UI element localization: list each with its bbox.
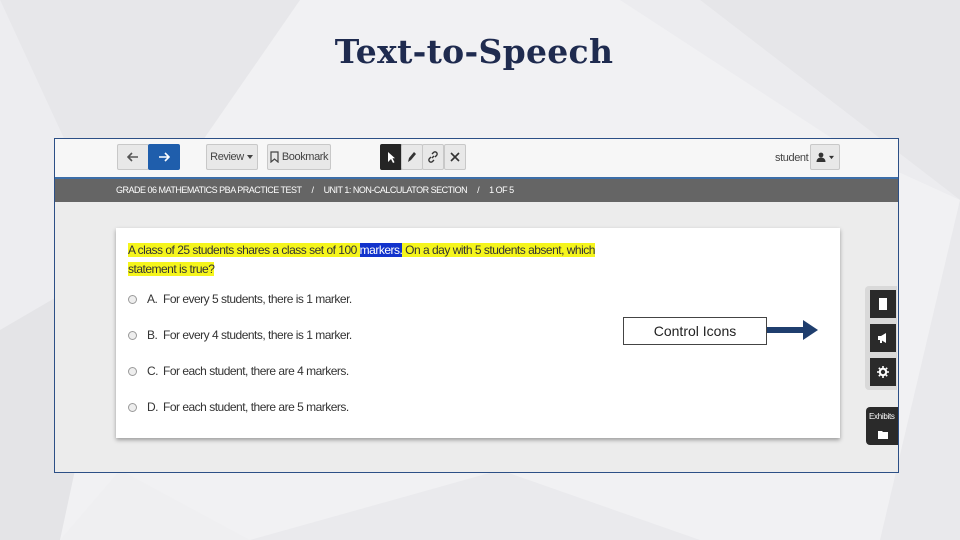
option-text: For each student, there are 5 markers.	[163, 400, 349, 414]
review-dropdown[interactable]: Review	[206, 144, 258, 170]
breadcrumb-test: GRADE 06 MATHEMATICS PBA PRACTICE TEST	[116, 185, 302, 195]
caret-down-icon	[828, 155, 834, 159]
user-menu-button[interactable]	[810, 144, 840, 170]
breadcrumb: GRADE 06 MATHEMATICS PBA PRACTICE TEST / U…	[55, 177, 898, 202]
radio-button[interactable]	[128, 402, 137, 412]
stem-text-line2: statement is true?	[128, 262, 215, 276]
radio-button[interactable]	[128, 294, 137, 304]
answer-option-b[interactable]: B. For every 4 students, there is 1 mark…	[128, 328, 352, 342]
radio-button[interactable]	[128, 330, 137, 340]
test-toolbar: Review Bookmark student	[55, 139, 898, 177]
answer-option-c[interactable]: C. For each student, there are 4 markers…	[128, 364, 349, 378]
radio-button[interactable]	[128, 366, 137, 376]
highlighter-icon	[408, 152, 416, 162]
review-label: Review	[210, 151, 244, 163]
answer-option-a[interactable]: A. For every 5 students, there is 1 mark…	[128, 292, 352, 306]
stem-text-after: On a day with 5 students absent, which	[402, 243, 595, 257]
option-letter: C.	[147, 364, 159, 378]
pointer-tool-button[interactable]	[380, 144, 402, 170]
answer-option-d[interactable]: D. For each student, there are 5 markers…	[128, 400, 349, 414]
user-icon	[816, 152, 825, 162]
caret-down-icon	[246, 155, 253, 159]
option-text: For every 5 students, there is 1 marker.	[163, 292, 352, 306]
option-text: For every 4 students, there is 1 marker.	[163, 328, 352, 342]
question-stem: A class of 25 students shares a class se…	[128, 241, 595, 279]
stem-text-before: A class of 25 students shares a class se…	[128, 243, 360, 257]
breadcrumb-unit: UNIT 1: NON-CALCULATOR SECTION	[323, 185, 468, 195]
option-letter: B.	[147, 328, 158, 342]
control-icons-callout: Control Icons	[623, 317, 767, 345]
bookmark-button[interactable]: Bookmark	[267, 144, 331, 170]
document-control-button[interactable]	[870, 290, 896, 318]
control-icons-panel	[865, 286, 897, 390]
highlighter-tool-button[interactable]	[401, 144, 423, 170]
close-icon	[450, 152, 460, 162]
document-icon	[879, 298, 887, 310]
back-arrow-icon	[127, 152, 138, 162]
back-button[interactable]	[117, 144, 149, 170]
callout-arrow	[767, 320, 818, 340]
pointer-icon	[388, 151, 395, 163]
text-to-speech-button[interactable]	[870, 324, 896, 352]
link-icon	[428, 151, 438, 163]
link-tool-button[interactable]	[422, 144, 444, 170]
bookmark-icon	[270, 151, 279, 163]
close-tool-button[interactable]	[444, 144, 466, 170]
gear-icon	[877, 366, 889, 378]
option-text: For each student, there are 4 markers.	[163, 364, 349, 378]
settings-button[interactable]	[870, 358, 896, 386]
slide-title: Text-to-Speech	[334, 32, 614, 71]
option-letter: A.	[147, 292, 158, 306]
speaker-icon	[878, 333, 886, 343]
student-name: student	[775, 152, 809, 164]
bookmark-label: Bookmark	[281, 151, 329, 163]
forward-arrow-icon	[159, 152, 170, 162]
folder-icon	[878, 431, 888, 439]
option-letter: D.	[147, 400, 159, 414]
next-button[interactable]	[148, 144, 180, 170]
breadcrumb-position: 1 OF 5	[489, 185, 514, 195]
spoken-word: markers.	[359, 243, 403, 257]
test-screenshot: Review Bookmark student GRADE 06 MATHEMA…	[54, 138, 899, 473]
exhibits-label: Exhibits	[869, 412, 895, 421]
exhibits-button[interactable]: Exhibits	[866, 407, 898, 445]
